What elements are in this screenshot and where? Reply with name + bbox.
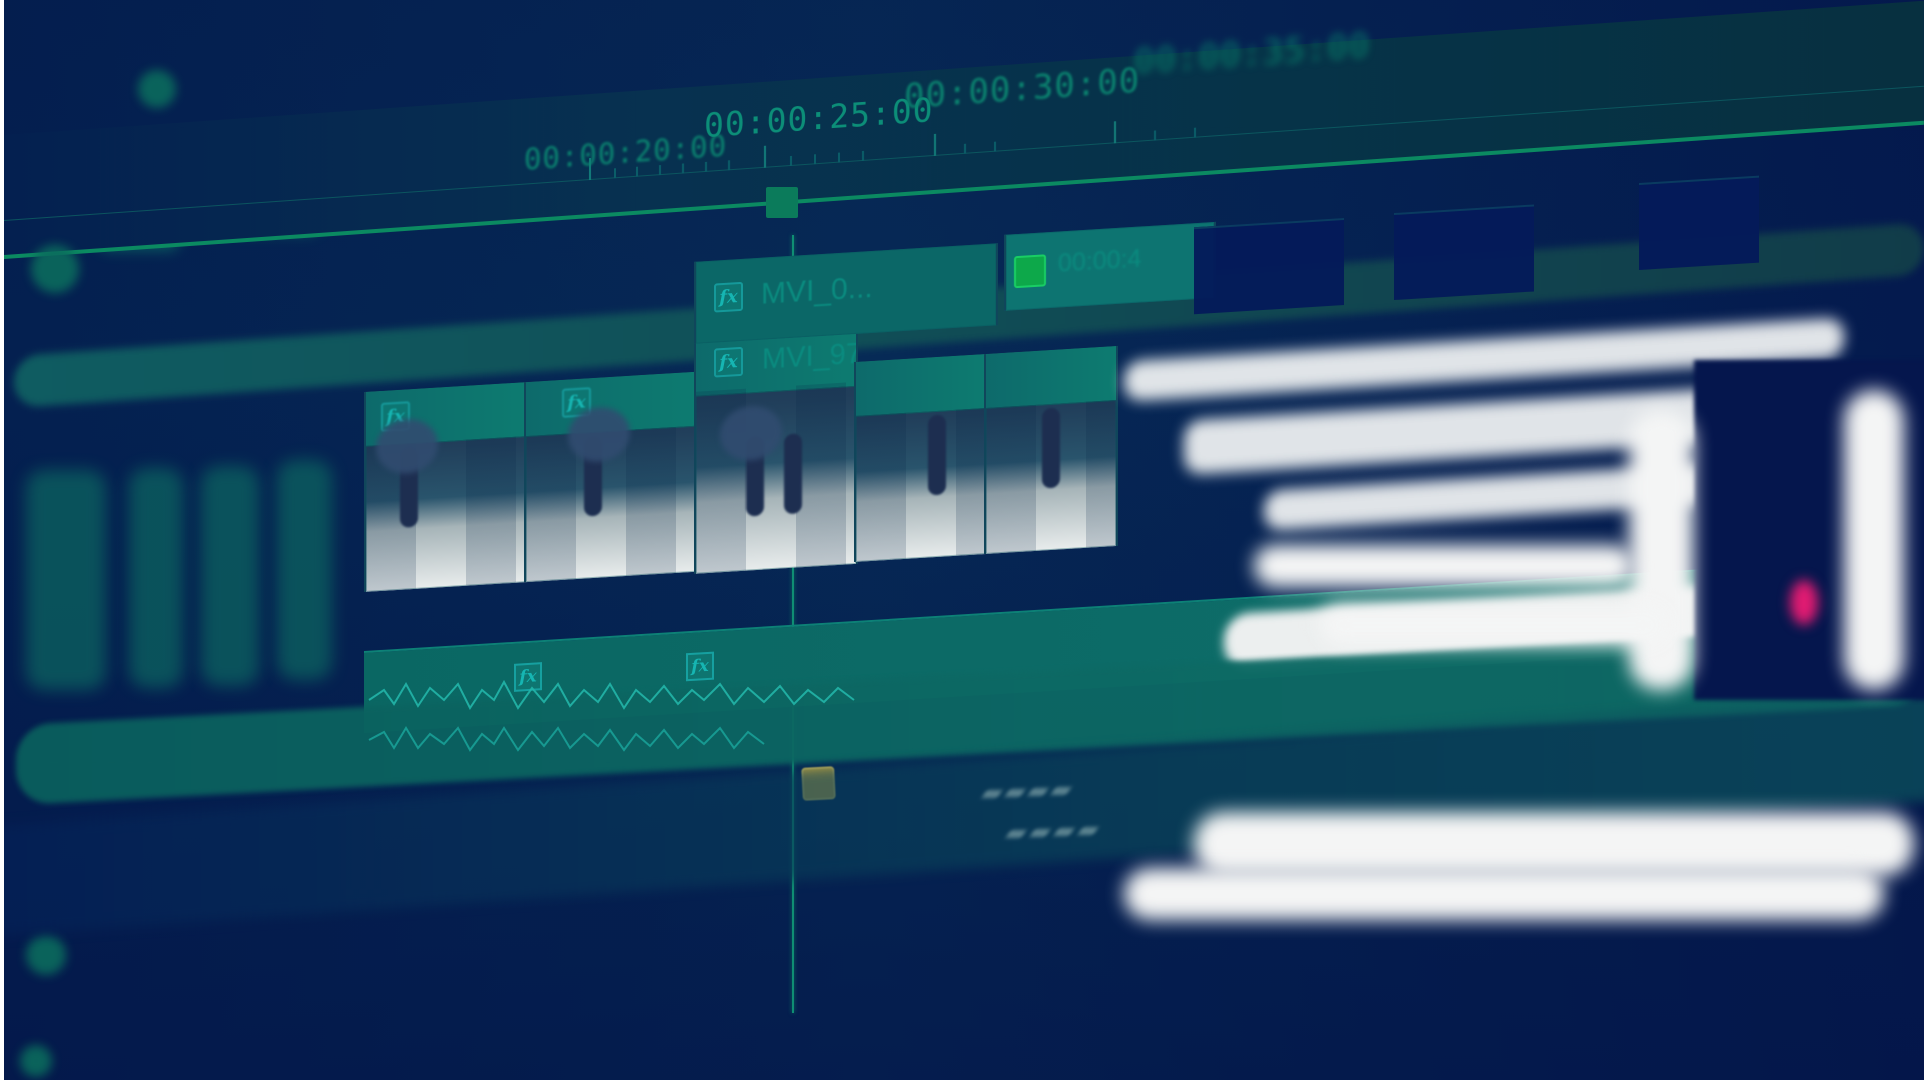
- timecode-30: 00:00:30:00: [904, 60, 1141, 118]
- clip-color-icon[interactable]: [1014, 254, 1046, 289]
- clip-thumbnail-figure: [928, 414, 946, 496]
- blurred-clip: [1844, 390, 1904, 690]
- clip-thumbnails: [696, 381, 856, 574]
- title-clip-name: MVI_0...: [761, 270, 873, 311]
- ruler-tick: [994, 141, 996, 152]
- video-clip[interactable]: [854, 353, 988, 563]
- magenta-glow: [1790, 580, 1818, 625]
- clip-thumbnail-figure: [1042, 407, 1060, 489]
- blurred-clip: [1319, 604, 1669, 646]
- green-clip-name: 00:00:4: [1058, 244, 1142, 278]
- dot-icon[interactable]: [31, 245, 79, 293]
- video-clip[interactable]: fx: [364, 381, 528, 592]
- blurred-clip: [1194, 812, 1914, 876]
- empty-track-block[interactable]: [1639, 175, 1759, 271]
- title-clip[interactable]: fx MVI_0...: [694, 243, 998, 344]
- timecode-20: 00:00:20:00: [524, 128, 728, 177]
- ruler-tick: [764, 145, 766, 168]
- track-header[interactable]: [201, 466, 259, 686]
- track-header[interactable]: [26, 470, 106, 690]
- fx-icon[interactable]: fx: [514, 662, 542, 692]
- dot-icon[interactable]: [138, 70, 176, 108]
- track-header[interactable]: [277, 460, 332, 680]
- blurred-clip: [1254, 545, 1634, 587]
- clip-name: MVI_97: [762, 337, 858, 376]
- video-clip[interactable]: fx: [524, 371, 698, 583]
- clip-header: [856, 353, 986, 417]
- clip-thumbnail-figure: [784, 433, 802, 515]
- fx-icon[interactable]: fx: [714, 346, 743, 378]
- editor-screen: 00:00:20:00 00:00:25:00 00:00:30:00 00:0…: [4, 0, 1924, 1080]
- playhead-handle[interactable]: [766, 187, 798, 218]
- ruler-tick: [934, 133, 936, 156]
- video-clip[interactable]: fx MVI_97: [694, 327, 858, 574]
- ruler-tick: [1114, 121, 1116, 144]
- blurred-clip: [1629, 410, 1694, 690]
- ruler-tick: [964, 143, 966, 154]
- ruler-tick: [838, 152, 840, 163]
- ruler-tick: [862, 150, 864, 162]
- blurred-clip: [1124, 868, 1884, 920]
- clip-thumbnails: [856, 407, 986, 562]
- ruler-tick: [814, 154, 816, 165]
- track-header[interactable]: [129, 468, 183, 688]
- page-bottom-margin: [0, 1080, 1928, 1088]
- ruler-tick: [728, 160, 730, 171]
- video-clip[interactable]: [984, 345, 1118, 555]
- ruler-tick: [790, 155, 792, 167]
- clip-header: [986, 346, 1116, 409]
- ruler-tick: [1154, 130, 1156, 141]
- green-clip[interactable]: 00:00:4: [1004, 221, 1216, 311]
- timecode-25: 00:00:25:00: [704, 89, 934, 146]
- fx-icon[interactable]: fx: [714, 281, 743, 313]
- dot-icon[interactable]: [26, 935, 66, 975]
- empty-track-block[interactable]: [1194, 218, 1344, 315]
- dot-icon[interactable]: [20, 1045, 52, 1077]
- empty-track-block[interactable]: [1394, 204, 1534, 301]
- ruler-tick: [1194, 127, 1196, 138]
- fx-icon[interactable]: fx: [686, 651, 714, 682]
